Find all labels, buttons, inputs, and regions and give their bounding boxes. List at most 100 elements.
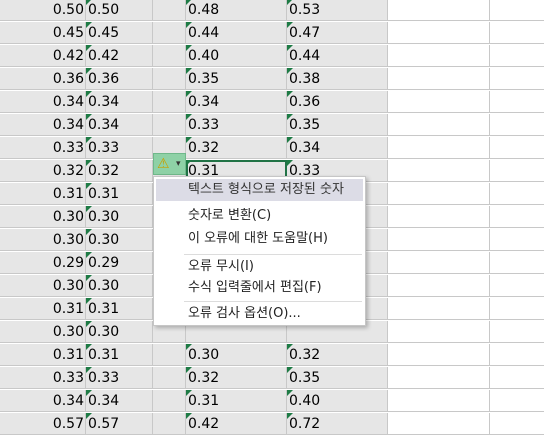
- cell-empty[interactable]: [388, 45, 490, 67]
- cell-text-number[interactable]: 0.33: [86, 137, 153, 159]
- cell-empty[interactable]: [153, 390, 186, 412]
- cell-text-number[interactable]: 0.40: [287, 390, 388, 412]
- cell-empty[interactable]: [388, 321, 490, 343]
- cell-empty[interactable]: [388, 367, 490, 389]
- cell-text-number[interactable]: 0.36: [86, 68, 153, 90]
- cell-text-number[interactable]: 0.31: [86, 298, 153, 320]
- cell-empty[interactable]: [490, 114, 544, 136]
- cell-empty[interactable]: [388, 91, 490, 113]
- cell-empty[interactable]: [490, 0, 544, 21]
- cell-value-number[interactable]: 0.31: [0, 344, 86, 366]
- cell-text-number[interactable]: 0.29: [86, 252, 153, 274]
- cell-text-number[interactable]: 0.30: [86, 321, 153, 343]
- cell-value-number[interactable]: 0.30: [0, 206, 86, 228]
- cell-value-number[interactable]: 0.30: [0, 275, 86, 297]
- cell-empty[interactable]: [388, 114, 490, 136]
- cell-text-number[interactable]: 0.34: [86, 114, 153, 136]
- cell-text-number[interactable]: 0.34: [186, 91, 287, 113]
- cell-empty[interactable]: [490, 183, 544, 205]
- cell-empty[interactable]: [388, 413, 490, 435]
- cell-text-number[interactable]: 0.44: [287, 45, 388, 67]
- cell-text-number[interactable]: 0.35: [287, 367, 388, 389]
- cell-empty[interactable]: [388, 22, 490, 44]
- cell-empty[interactable]: [153, 45, 186, 67]
- cell-empty[interactable]: [490, 252, 544, 274]
- cell-value-number[interactable]: 0.34: [0, 390, 86, 412]
- cell-value-number[interactable]: 0.29: [0, 252, 86, 274]
- cell-empty[interactable]: [388, 0, 490, 21]
- cell-empty[interactable]: [490, 413, 544, 435]
- cell-value-number[interactable]: 0.34: [0, 114, 86, 136]
- cell-empty[interactable]: [153, 0, 186, 21]
- cell-value-number[interactable]: 0.31: [0, 298, 86, 320]
- cell-empty[interactable]: [490, 91, 544, 113]
- cell-empty[interactable]: [153, 114, 186, 136]
- cell-text-number[interactable]: 0.31: [86, 183, 153, 205]
- cell-empty[interactable]: [490, 275, 544, 297]
- cell-empty[interactable]: [490, 137, 544, 159]
- cell-empty[interactable]: [388, 160, 490, 182]
- cell-text-number[interactable]: 0.40: [186, 45, 287, 67]
- cell-text-number[interactable]: 0.50: [86, 0, 153, 21]
- cell-text-number[interactable]: 0.31: [186, 390, 287, 412]
- cell-empty[interactable]: [490, 321, 544, 343]
- cell-value-number[interactable]: 0.32: [0, 160, 86, 182]
- menu-item-convert-to-number[interactable]: 숫자로 변환(C): [156, 205, 363, 227]
- cell-text-number[interactable]: 0.38: [287, 68, 388, 90]
- cell-value-number[interactable]: 0.50: [0, 0, 86, 21]
- cell-text-number[interactable]: 0.33: [186, 114, 287, 136]
- cell-empty[interactable]: [388, 183, 490, 205]
- cell-empty[interactable]: [490, 206, 544, 228]
- cell-text-number[interactable]: 0.45: [86, 22, 153, 44]
- cell-empty[interactable]: [490, 68, 544, 90]
- menu-item-help-on-error[interactable]: 이 오류에 대한 도움말(H): [156, 228, 363, 250]
- cell-empty[interactable]: [153, 413, 186, 435]
- cell-empty[interactable]: [153, 22, 186, 44]
- cell-text-number[interactable]: 0.36: [287, 91, 388, 113]
- cell-empty[interactable]: [388, 344, 490, 366]
- error-check-button[interactable]: ⚠ ▾: [153, 153, 186, 175]
- cell-text-number[interactable]: 0.34: [287, 137, 388, 159]
- cell-text-number[interactable]: 0.72: [287, 413, 388, 435]
- cell-text-number[interactable]: 0.32: [186, 367, 287, 389]
- cell-value-number[interactable]: 0.42: [0, 45, 86, 67]
- cell-text-number[interactable]: 0.30: [86, 229, 153, 251]
- cell-text-number[interactable]: 0.57: [86, 413, 153, 435]
- cell-value-number[interactable]: 0.30: [0, 321, 86, 343]
- cell-empty[interactable]: [388, 206, 490, 228]
- cell-text-number[interactable]: 0.35: [186, 68, 287, 90]
- cell-empty[interactable]: [490, 367, 544, 389]
- cell-text-number[interactable]: 0.42: [186, 413, 287, 435]
- cell-empty[interactable]: [490, 390, 544, 412]
- cell-empty[interactable]: [153, 91, 186, 113]
- cell-empty[interactable]: [388, 68, 490, 90]
- cell-text-number[interactable]: 0.32: [86, 160, 153, 182]
- cell-empty[interactable]: [388, 137, 490, 159]
- cell-text-number[interactable]: 0.30: [186, 344, 287, 366]
- cell-text-number[interactable]: 0.33: [86, 367, 153, 389]
- cell-text-number[interactable]: 0.53: [287, 0, 388, 21]
- cell-empty[interactable]: [388, 275, 490, 297]
- cell-text-number[interactable]: 0.48: [186, 0, 287, 21]
- cell-value-number[interactable]: 0.33: [0, 367, 86, 389]
- cell-value-number[interactable]: 0.33: [0, 137, 86, 159]
- cell-empty[interactable]: [388, 229, 490, 251]
- cell-empty[interactable]: [490, 22, 544, 44]
- cell-text-number[interactable]: 0.44: [186, 22, 287, 44]
- cell-empty[interactable]: [153, 344, 186, 366]
- menu-item-ignore-error[interactable]: 오류 무시(I): [156, 256, 363, 278]
- cell-text-number[interactable]: 0.32: [186, 137, 287, 159]
- cell-text-number[interactable]: 0.32: [287, 344, 388, 366]
- cell-text-number[interactable]: 0.30: [86, 206, 153, 228]
- cell-empty[interactable]: [153, 367, 186, 389]
- cell-empty[interactable]: [490, 298, 544, 320]
- cell-empty[interactable]: [490, 160, 544, 182]
- cell-text-number[interactable]: 0.47: [287, 22, 388, 44]
- cell-text-number[interactable]: 0.34: [86, 91, 153, 113]
- cell-empty[interactable]: [388, 298, 490, 320]
- menu-item-edit-in-formula-bar[interactable]: 수식 입력줄에서 편집(F): [156, 277, 363, 299]
- cell-text-number[interactable]: 0.35: [287, 114, 388, 136]
- menu-item-error-checking-options[interactable]: 오류 검사 옵션(O)...: [156, 303, 363, 325]
- cell-value-number[interactable]: 0.57: [0, 413, 86, 435]
- cell-empty[interactable]: [490, 344, 544, 366]
